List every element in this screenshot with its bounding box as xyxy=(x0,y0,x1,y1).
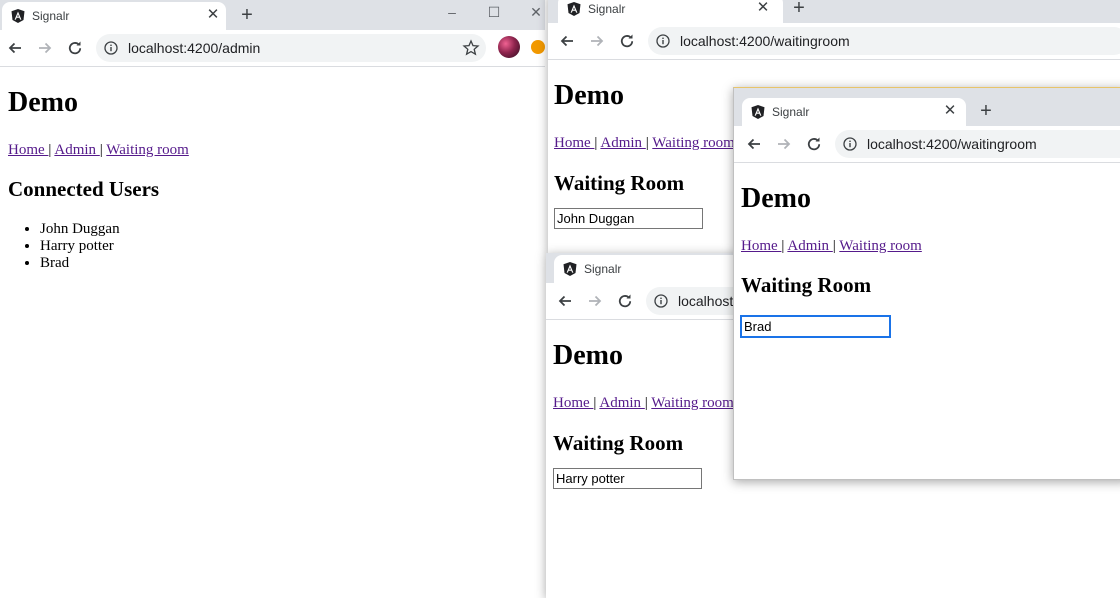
section-title: Waiting Room xyxy=(553,431,684,455)
address-bar[interactable]: localhost:4200/waitingroom xyxy=(835,130,1120,158)
nav-links: Home | Admin | Waiting room xyxy=(741,238,922,254)
page-title: Demo xyxy=(8,87,78,118)
list-item: Brad xyxy=(40,255,120,272)
url-text: localhost:4200/admin xyxy=(128,40,261,56)
section-title: Waiting Room xyxy=(554,171,685,195)
link-home[interactable]: Home xyxy=(8,142,48,158)
link-admin[interactable]: Admin xyxy=(54,142,99,158)
url-text: localhost:4200/waitingroom xyxy=(867,136,1037,152)
name-input[interactable] xyxy=(740,315,891,338)
close-icon[interactable]: ✕ xyxy=(205,7,221,23)
title-bar[interactable]: Signalr ✕ + – ☐ ✕ xyxy=(0,0,545,30)
tab-title: Signalr xyxy=(772,105,810,119)
list-item: Harry potter xyxy=(40,238,120,255)
link-home[interactable]: Home xyxy=(741,238,781,254)
title-bar-top xyxy=(734,88,1120,96)
link-waiting-room[interactable]: Waiting room xyxy=(106,142,189,158)
arrow-left-icon[interactable] xyxy=(6,39,24,57)
extension-icon[interactable] xyxy=(531,40,545,54)
link-waiting-room[interactable]: Waiting room xyxy=(652,135,735,151)
page-title: Demo xyxy=(553,340,623,371)
link-admin[interactable]: Admin xyxy=(599,395,644,411)
link-waiting-room[interactable]: Waiting room xyxy=(651,395,734,411)
angular-icon xyxy=(567,2,581,16)
browser-window-admin: Signalr ✕ + – ☐ ✕ localhost:4200/admin D… xyxy=(0,0,545,590)
url-text: localhost:4200/waitingroom xyxy=(680,33,850,49)
angular-icon xyxy=(563,262,577,276)
page-content: Demo Home | Admin | Waiting room Waiting… xyxy=(734,163,1120,479)
plus-icon[interactable]: + xyxy=(788,0,810,19)
tab-title: Signalr xyxy=(588,2,626,16)
angular-icon xyxy=(751,105,765,119)
arrow-right-icon[interactable] xyxy=(588,32,606,50)
arrow-right-icon[interactable] xyxy=(586,292,604,310)
link-admin[interactable]: Admin xyxy=(787,238,832,254)
link-home[interactable]: Home xyxy=(554,135,594,151)
tab-title: Signalr xyxy=(584,262,622,276)
browser-tab[interactable]: Signalr ✕ xyxy=(558,0,783,23)
reload-icon[interactable] xyxy=(616,292,634,310)
reload-icon[interactable] xyxy=(805,135,823,153)
angular-icon xyxy=(11,9,25,23)
section-title: Connected Users xyxy=(8,177,160,201)
reload-icon[interactable] xyxy=(618,32,636,50)
address-bar[interactable]: localhost:4200/admin xyxy=(96,34,486,62)
name-input[interactable] xyxy=(553,468,702,489)
arrow-left-icon[interactable] xyxy=(556,292,574,310)
info-icon[interactable] xyxy=(104,41,118,55)
nav-links: Home | Admin | Waiting room xyxy=(554,135,735,151)
plus-icon[interactable]: + xyxy=(236,4,258,26)
info-icon[interactable] xyxy=(656,34,670,48)
arrow-right-icon[interactable] xyxy=(36,39,54,57)
toolbar: localhost:4200/admin xyxy=(0,30,545,67)
info-icon[interactable] xyxy=(654,294,668,308)
close-icon[interactable]: ✕ xyxy=(755,0,771,16)
page-content: Demo Home | Admin | Waiting room Connect… xyxy=(0,67,545,590)
star-icon[interactable] xyxy=(462,39,480,57)
list-item: John Duggan xyxy=(40,221,120,238)
nav-links: Home | Admin | Waiting room xyxy=(553,395,734,411)
page-title: Demo xyxy=(554,80,624,111)
avatar[interactable] xyxy=(498,36,520,58)
user-list: John Duggan Harry potter Brad xyxy=(8,221,120,272)
browser-tab[interactable]: Signalr ✕ xyxy=(742,98,966,126)
link-waiting-room[interactable]: Waiting room xyxy=(839,238,922,254)
arrow-right-icon[interactable] xyxy=(775,135,793,153)
toolbar: localhost:4200/waitingroom xyxy=(548,23,1120,60)
title-bar[interactable]: Signalr ✕ + xyxy=(734,96,1120,126)
close-window-icon[interactable]: ✕ xyxy=(528,4,544,20)
plus-icon[interactable]: + xyxy=(975,100,997,122)
close-icon[interactable]: ✕ xyxy=(942,103,958,119)
link-home[interactable]: Home xyxy=(553,395,593,411)
maximize-icon[interactable]: ☐ xyxy=(486,4,502,20)
arrow-left-icon[interactable] xyxy=(558,32,576,50)
page-title: Demo xyxy=(741,183,811,214)
reload-icon[interactable] xyxy=(66,39,84,57)
title-bar[interactable]: Signalr ✕ + xyxy=(548,0,1120,23)
toolbar: localhost:4200/waitingroom xyxy=(734,126,1120,163)
arrow-left-icon[interactable] xyxy=(745,135,763,153)
minimize-icon[interactable]: – xyxy=(444,4,460,20)
browser-window-waiting-brad: Signalr ✕ + localhost:4200/waitingroom D… xyxy=(733,87,1120,480)
link-admin[interactable]: Admin xyxy=(600,135,645,151)
section-title: Waiting Room xyxy=(741,273,872,297)
address-bar[interactable]: localhost:4200/waitingroom xyxy=(648,27,1120,55)
nav-links: Home | Admin | Waiting room xyxy=(8,142,189,158)
tab-title: Signalr xyxy=(32,9,70,23)
browser-tab[interactable]: Signalr ✕ xyxy=(2,2,226,30)
name-input[interactable] xyxy=(554,208,703,229)
info-icon[interactable] xyxy=(843,137,857,151)
